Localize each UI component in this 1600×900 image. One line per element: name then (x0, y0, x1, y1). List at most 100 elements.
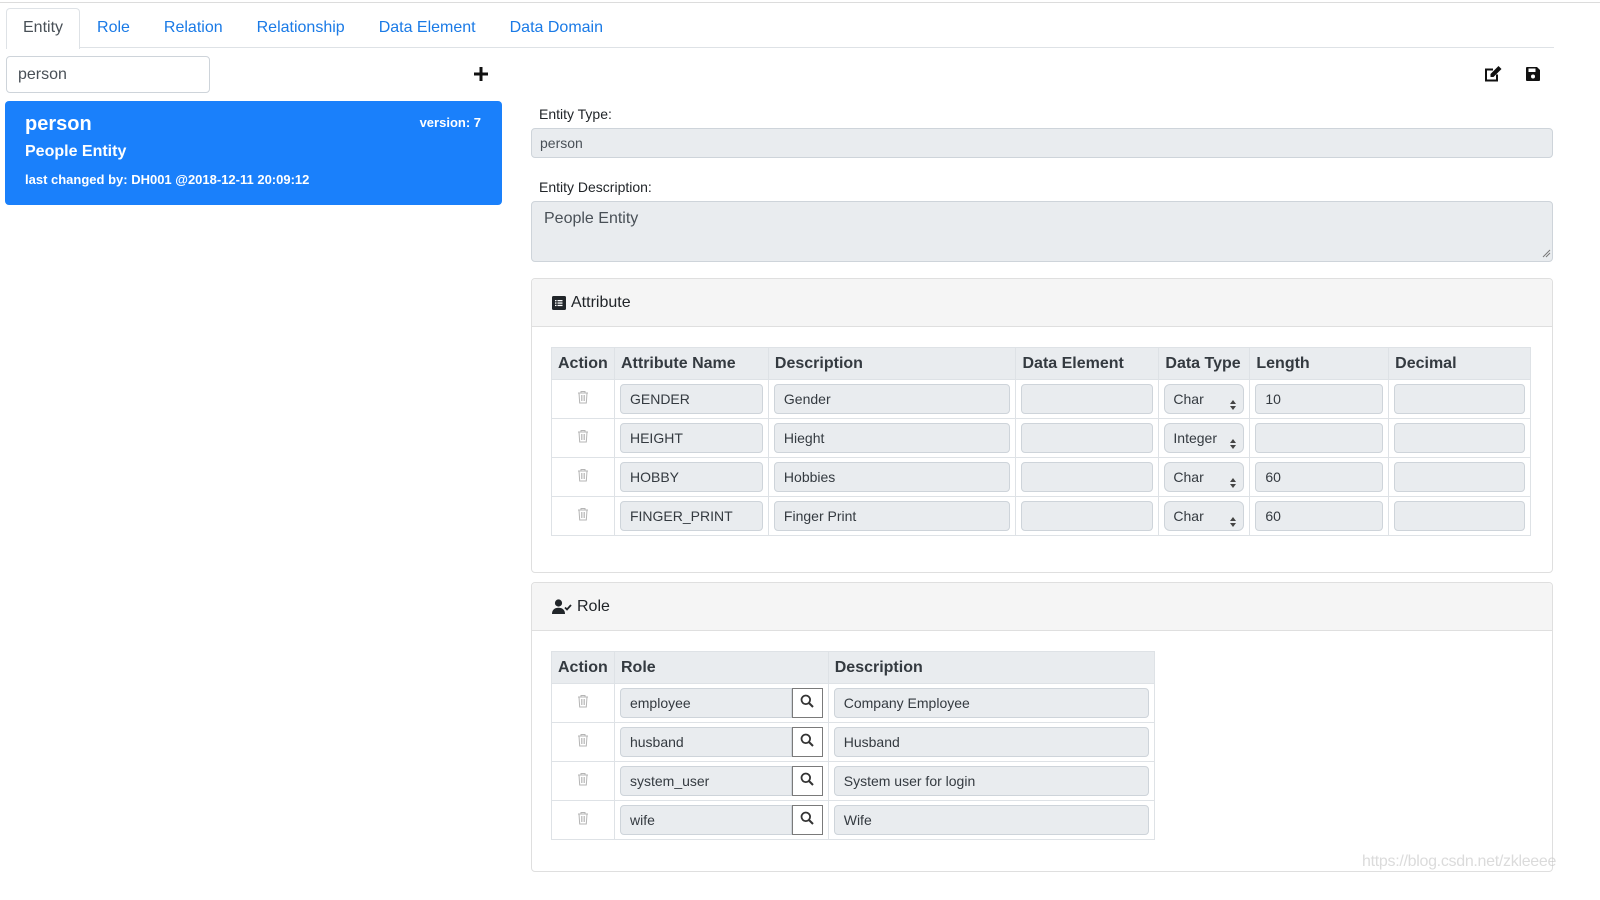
entity-last-changed: last changed by: DH001 @2018-12-11 20:09… (25, 172, 310, 187)
select-arrows-icon (1229, 470, 1237, 498)
decimal-input[interactable] (1394, 462, 1525, 492)
role-search-button[interactable] (791, 805, 823, 835)
tab-relationship[interactable]: Relationship (240, 8, 362, 48)
attribute-row: HOBBY Hobbies Char 60 (551, 457, 1531, 497)
length-cell: 60 (1249, 496, 1390, 536)
action-cell (551, 800, 615, 840)
attribute-row: HEIGHT Hieght Integer (551, 418, 1531, 458)
data-type-select[interactable]: Char (1164, 462, 1245, 492)
list-alt-icon (552, 295, 566, 310)
data-element-cell (1015, 418, 1160, 458)
col-description: Description (767, 347, 1017, 380)
length-input[interactable] (1255, 423, 1384, 453)
role-panel-header: Role (532, 583, 1552, 631)
attribute-name-input[interactable]: HEIGHT (619, 423, 763, 453)
role-search-button[interactable] (791, 727, 823, 757)
attribute-name-cell: HOBBY (613, 457, 769, 497)
data-element-input[interactable] (1021, 423, 1154, 453)
description-cell: Finger Print (767, 496, 1017, 536)
attribute-description-input[interactable]: Finger Print (773, 501, 1011, 531)
delete-attribute-button[interactable] (557, 468, 609, 487)
attribute-row: GENDER Gender Char 10 (551, 379, 1531, 419)
data-type-select[interactable]: Integer (1164, 423, 1245, 453)
length-input[interactable]: 10 (1255, 384, 1384, 414)
data-type-value: Integer (1173, 430, 1217, 446)
attribute-name-input[interactable]: HOBBY (619, 462, 763, 492)
description-cell: Hobbies (767, 457, 1017, 497)
delete-role-button[interactable] (557, 811, 609, 830)
decimal-input[interactable] (1394, 423, 1525, 453)
col-action: Action (551, 651, 615, 684)
delete-attribute-button[interactable] (557, 507, 609, 526)
data-element-input[interactable] (1021, 501, 1154, 531)
entity-description-label: Entity Description: (539, 179, 652, 195)
select-arrows-icon (1229, 392, 1237, 420)
role-input[interactable]: wife (619, 805, 792, 835)
decimal-input[interactable] (1394, 501, 1525, 531)
delete-role-button[interactable] (557, 733, 609, 752)
entity-type-field[interactable]: person (531, 128, 1553, 158)
resize-grip-icon[interactable] (1541, 248, 1551, 258)
decimal-input[interactable] (1394, 384, 1525, 414)
data-type-select[interactable]: Char (1164, 501, 1245, 531)
attribute-description-input[interactable]: Gender (773, 384, 1011, 414)
length-input[interactable]: 60 (1255, 501, 1384, 531)
decimal-cell (1388, 496, 1531, 536)
tab-data-element[interactable]: Data Element (362, 8, 493, 48)
trash-icon (577, 507, 589, 526)
tab-data-domain[interactable]: Data Domain (493, 8, 620, 48)
data-element-cell (1015, 496, 1160, 536)
delete-attribute-button[interactable] (557, 429, 609, 448)
attribute-panel-header: Attribute (532, 279, 1552, 327)
delete-role-button[interactable] (557, 772, 609, 791)
main-tabs: Entity Role Relation Relationship Data E… (6, 8, 1554, 49)
role-description-input[interactable]: System user for login (833, 766, 1149, 796)
save-button[interactable] (1522, 63, 1544, 85)
edit-button[interactable] (1482, 63, 1504, 85)
action-cell (551, 418, 615, 458)
attribute-table: Action Attribute Name Description Data E… (551, 347, 1531, 536)
trash-icon (577, 811, 589, 830)
description-cell: Hieght (767, 418, 1017, 458)
role-description-input[interactable]: Husband (833, 727, 1149, 757)
data-element-input[interactable] (1021, 462, 1154, 492)
role-description-input[interactable]: Wife (833, 805, 1149, 835)
search-icon (800, 694, 814, 713)
action-cell (551, 496, 615, 536)
attribute-description-input[interactable]: Hobbies (773, 462, 1011, 492)
col-decimal: Decimal (1388, 347, 1531, 380)
role-cell: system_user (613, 761, 829, 801)
action-cell (551, 379, 615, 419)
decimal-cell (1388, 457, 1531, 497)
entity-list-item[interactable]: person version: 7 People Entity last cha… (5, 101, 502, 205)
add-entity-button[interactable] (470, 63, 492, 85)
entity-description-field[interactable]: People Entity (531, 201, 1553, 262)
tab-role[interactable]: Role (80, 8, 147, 48)
tab-entity[interactable]: Entity (6, 8, 81, 49)
role-description-input[interactable]: Company Employee (833, 688, 1149, 718)
select-arrows-icon (1229, 431, 1237, 459)
role-input[interactable]: system_user (619, 766, 792, 796)
role-search-button[interactable] (791, 766, 823, 796)
attribute-name-input[interactable]: GENDER (619, 384, 763, 414)
tab-relation[interactable]: Relation (147, 8, 240, 48)
delete-role-button[interactable] (557, 694, 609, 713)
role-input[interactable]: employee (619, 688, 792, 718)
action-cell (551, 761, 615, 801)
data-element-cell (1015, 379, 1160, 419)
col-action: Action (551, 347, 615, 380)
role-search-button[interactable] (791, 688, 823, 718)
role-row: wife Wife (551, 800, 1156, 840)
entity-search-input[interactable] (6, 56, 210, 93)
role-input[interactable]: husband (619, 727, 792, 757)
attribute-name-input[interactable]: FINGER_PRINT (619, 501, 763, 531)
length-input[interactable]: 60 (1255, 462, 1384, 492)
col-role: Role (613, 651, 829, 684)
entity-name: person (25, 113, 92, 135)
data-type-cell: Char (1158, 457, 1251, 497)
data-element-input[interactable] (1021, 384, 1154, 414)
delete-attribute-button[interactable] (557, 390, 609, 409)
attribute-description-input[interactable]: Hieght (773, 423, 1011, 453)
data-type-select[interactable]: Char (1164, 384, 1245, 414)
action-cell (551, 457, 615, 497)
